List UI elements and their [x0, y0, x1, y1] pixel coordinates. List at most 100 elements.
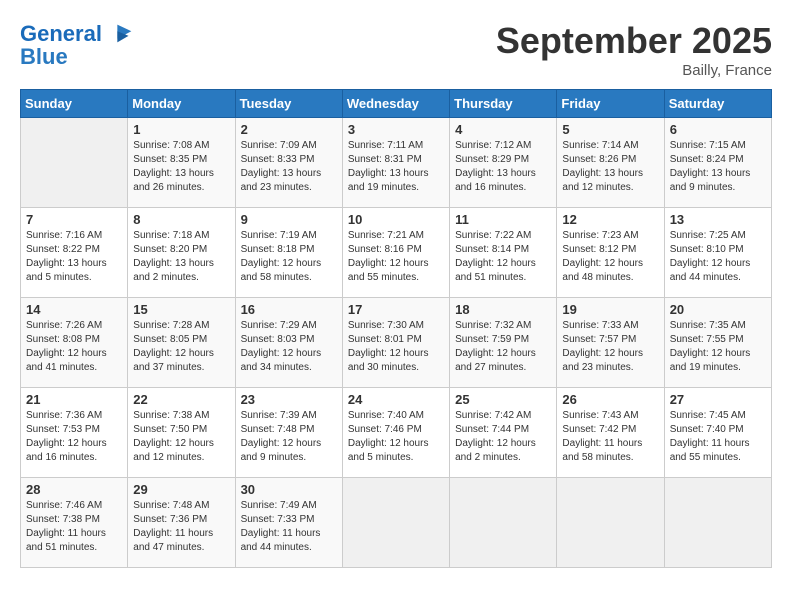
day-number: 9	[241, 212, 337, 227]
day-info: Sunrise: 7:25 AMSunset: 8:10 PMDaylight:…	[670, 230, 751, 283]
calendar-cell	[342, 478, 449, 568]
day-info: Sunrise: 7:15 AMSunset: 8:24 PMDaylight:…	[670, 140, 751, 193]
col-wednesday: Wednesday	[342, 90, 449, 118]
day-info: Sunrise: 7:19 AMSunset: 8:18 PMDaylight:…	[241, 230, 322, 283]
calendar-cell: 15 Sunrise: 7:28 AMSunset: 8:05 PMDaylig…	[128, 298, 235, 388]
calendar-body: 1 Sunrise: 7:08 AMSunset: 8:35 PMDayligh…	[21, 118, 772, 568]
day-number: 13	[670, 212, 766, 227]
day-number: 8	[133, 212, 229, 227]
day-number: 30	[241, 482, 337, 497]
month-title: September 2025	[496, 20, 772, 62]
calendar-cell: 20 Sunrise: 7:35 AMSunset: 7:55 PMDaylig…	[664, 298, 771, 388]
day-number: 15	[133, 302, 229, 317]
calendar-cell: 7 Sunrise: 7:16 AMSunset: 8:22 PMDayligh…	[21, 208, 128, 298]
calendar-week-3: 21 Sunrise: 7:36 AMSunset: 7:53 PMDaylig…	[21, 388, 772, 478]
day-number: 26	[562, 392, 658, 407]
calendar-cell	[557, 478, 664, 568]
day-info: Sunrise: 7:28 AMSunset: 8:05 PMDaylight:…	[133, 320, 214, 373]
day-info: Sunrise: 7:14 AMSunset: 8:26 PMDaylight:…	[562, 140, 643, 193]
day-number: 7	[26, 212, 122, 227]
calendar-cell: 4 Sunrise: 7:12 AMSunset: 8:29 PMDayligh…	[450, 118, 557, 208]
calendar-cell: 13 Sunrise: 7:25 AMSunset: 8:10 PMDaylig…	[664, 208, 771, 298]
day-number: 21	[26, 392, 122, 407]
day-number: 20	[670, 302, 766, 317]
day-info: Sunrise: 7:42 AMSunset: 7:44 PMDaylight:…	[455, 410, 536, 463]
col-friday: Friday	[557, 90, 664, 118]
day-info: Sunrise: 7:45 AMSunset: 7:40 PMDaylight:…	[670, 410, 750, 463]
col-saturday: Saturday	[664, 90, 771, 118]
calendar-cell: 18 Sunrise: 7:32 AMSunset: 7:59 PMDaylig…	[450, 298, 557, 388]
location: Bailly, France	[496, 62, 772, 79]
calendar-cell: 21 Sunrise: 7:36 AMSunset: 7:53 PMDaylig…	[21, 388, 128, 478]
day-info: Sunrise: 7:48 AMSunset: 7:36 PMDaylight:…	[133, 500, 213, 553]
day-info: Sunrise: 7:23 AMSunset: 8:12 PMDaylight:…	[562, 230, 643, 283]
calendar-cell: 9 Sunrise: 7:19 AMSunset: 8:18 PMDayligh…	[235, 208, 342, 298]
day-info: Sunrise: 7:08 AMSunset: 8:35 PMDaylight:…	[133, 140, 214, 193]
page-header: General Blue September 2025 Bailly, Fran…	[20, 20, 772, 79]
calendar-cell: 3 Sunrise: 7:11 AMSunset: 8:31 PMDayligh…	[342, 118, 449, 208]
calendar-cell: 17 Sunrise: 7:30 AMSunset: 8:01 PMDaylig…	[342, 298, 449, 388]
calendar-week-1: 7 Sunrise: 7:16 AMSunset: 8:22 PMDayligh…	[21, 208, 772, 298]
day-number: 4	[455, 122, 551, 137]
day-number: 22	[133, 392, 229, 407]
day-number: 28	[26, 482, 122, 497]
day-number: 29	[133, 482, 229, 497]
day-number: 23	[241, 392, 337, 407]
day-number: 2	[241, 122, 337, 137]
calendar-cell: 1 Sunrise: 7:08 AMSunset: 8:35 PMDayligh…	[128, 118, 235, 208]
logo: General Blue	[20, 20, 136, 70]
logo-general: General	[20, 21, 102, 46]
day-number: 12	[562, 212, 658, 227]
day-number: 10	[348, 212, 444, 227]
header-row: Sunday Monday Tuesday Wednesday Thursday…	[21, 90, 772, 118]
day-number: 25	[455, 392, 551, 407]
calendar-cell: 24 Sunrise: 7:40 AMSunset: 7:46 PMDaylig…	[342, 388, 449, 478]
calendar-cell: 19 Sunrise: 7:33 AMSunset: 7:57 PMDaylig…	[557, 298, 664, 388]
day-info: Sunrise: 7:46 AMSunset: 7:38 PMDaylight:…	[26, 500, 106, 553]
calendar-cell: 27 Sunrise: 7:45 AMSunset: 7:40 PMDaylig…	[664, 388, 771, 478]
calendar-cell: 8 Sunrise: 7:18 AMSunset: 8:20 PMDayligh…	[128, 208, 235, 298]
col-sunday: Sunday	[21, 90, 128, 118]
col-monday: Monday	[128, 90, 235, 118]
day-info: Sunrise: 7:09 AMSunset: 8:33 PMDaylight:…	[241, 140, 322, 193]
day-info: Sunrise: 7:16 AMSunset: 8:22 PMDaylight:…	[26, 230, 107, 283]
calendar-week-4: 28 Sunrise: 7:46 AMSunset: 7:38 PMDaylig…	[21, 478, 772, 568]
calendar-cell: 11 Sunrise: 7:22 AMSunset: 8:14 PMDaylig…	[450, 208, 557, 298]
day-number: 27	[670, 392, 766, 407]
day-info: Sunrise: 7:32 AMSunset: 7:59 PMDaylight:…	[455, 320, 536, 373]
day-number: 5	[562, 122, 658, 137]
calendar-table: Sunday Monday Tuesday Wednesday Thursday…	[20, 89, 772, 568]
calendar-week-2: 14 Sunrise: 7:26 AMSunset: 8:08 PMDaylig…	[21, 298, 772, 388]
day-info: Sunrise: 7:43 AMSunset: 7:42 PMDaylight:…	[562, 410, 642, 463]
day-info: Sunrise: 7:35 AMSunset: 7:55 PMDaylight:…	[670, 320, 751, 373]
calendar-cell: 12 Sunrise: 7:23 AMSunset: 8:12 PMDaylig…	[557, 208, 664, 298]
calendar-cell	[21, 118, 128, 208]
title-block: September 2025 Bailly, France	[496, 20, 772, 79]
calendar-cell: 30 Sunrise: 7:49 AMSunset: 7:33 PMDaylig…	[235, 478, 342, 568]
day-number: 11	[455, 212, 551, 227]
day-info: Sunrise: 7:29 AMSunset: 8:03 PMDaylight:…	[241, 320, 322, 373]
day-info: Sunrise: 7:21 AMSunset: 8:16 PMDaylight:…	[348, 230, 429, 283]
calendar-cell: 22 Sunrise: 7:38 AMSunset: 7:50 PMDaylig…	[128, 388, 235, 478]
day-info: Sunrise: 7:30 AMSunset: 8:01 PMDaylight:…	[348, 320, 429, 373]
logo-icon	[108, 20, 136, 48]
day-info: Sunrise: 7:40 AMSunset: 7:46 PMDaylight:…	[348, 410, 429, 463]
day-number: 18	[455, 302, 551, 317]
calendar-cell: 16 Sunrise: 7:29 AMSunset: 8:03 PMDaylig…	[235, 298, 342, 388]
day-info: Sunrise: 7:11 AMSunset: 8:31 PMDaylight:…	[348, 140, 429, 193]
calendar-cell: 5 Sunrise: 7:14 AMSunset: 8:26 PMDayligh…	[557, 118, 664, 208]
logo-text: General	[20, 22, 102, 46]
day-info: Sunrise: 7:38 AMSunset: 7:50 PMDaylight:…	[133, 410, 214, 463]
col-tuesday: Tuesday	[235, 90, 342, 118]
day-info: Sunrise: 7:36 AMSunset: 7:53 PMDaylight:…	[26, 410, 107, 463]
day-info: Sunrise: 7:39 AMSunset: 7:48 PMDaylight:…	[241, 410, 322, 463]
calendar-header: Sunday Monday Tuesday Wednesday Thursday…	[21, 90, 772, 118]
col-thursday: Thursday	[450, 90, 557, 118]
calendar-cell: 26 Sunrise: 7:43 AMSunset: 7:42 PMDaylig…	[557, 388, 664, 478]
calendar-cell	[664, 478, 771, 568]
day-number: 19	[562, 302, 658, 317]
day-number: 1	[133, 122, 229, 137]
day-info: Sunrise: 7:18 AMSunset: 8:20 PMDaylight:…	[133, 230, 214, 283]
day-info: Sunrise: 7:12 AMSunset: 8:29 PMDaylight:…	[455, 140, 536, 193]
day-number: 14	[26, 302, 122, 317]
